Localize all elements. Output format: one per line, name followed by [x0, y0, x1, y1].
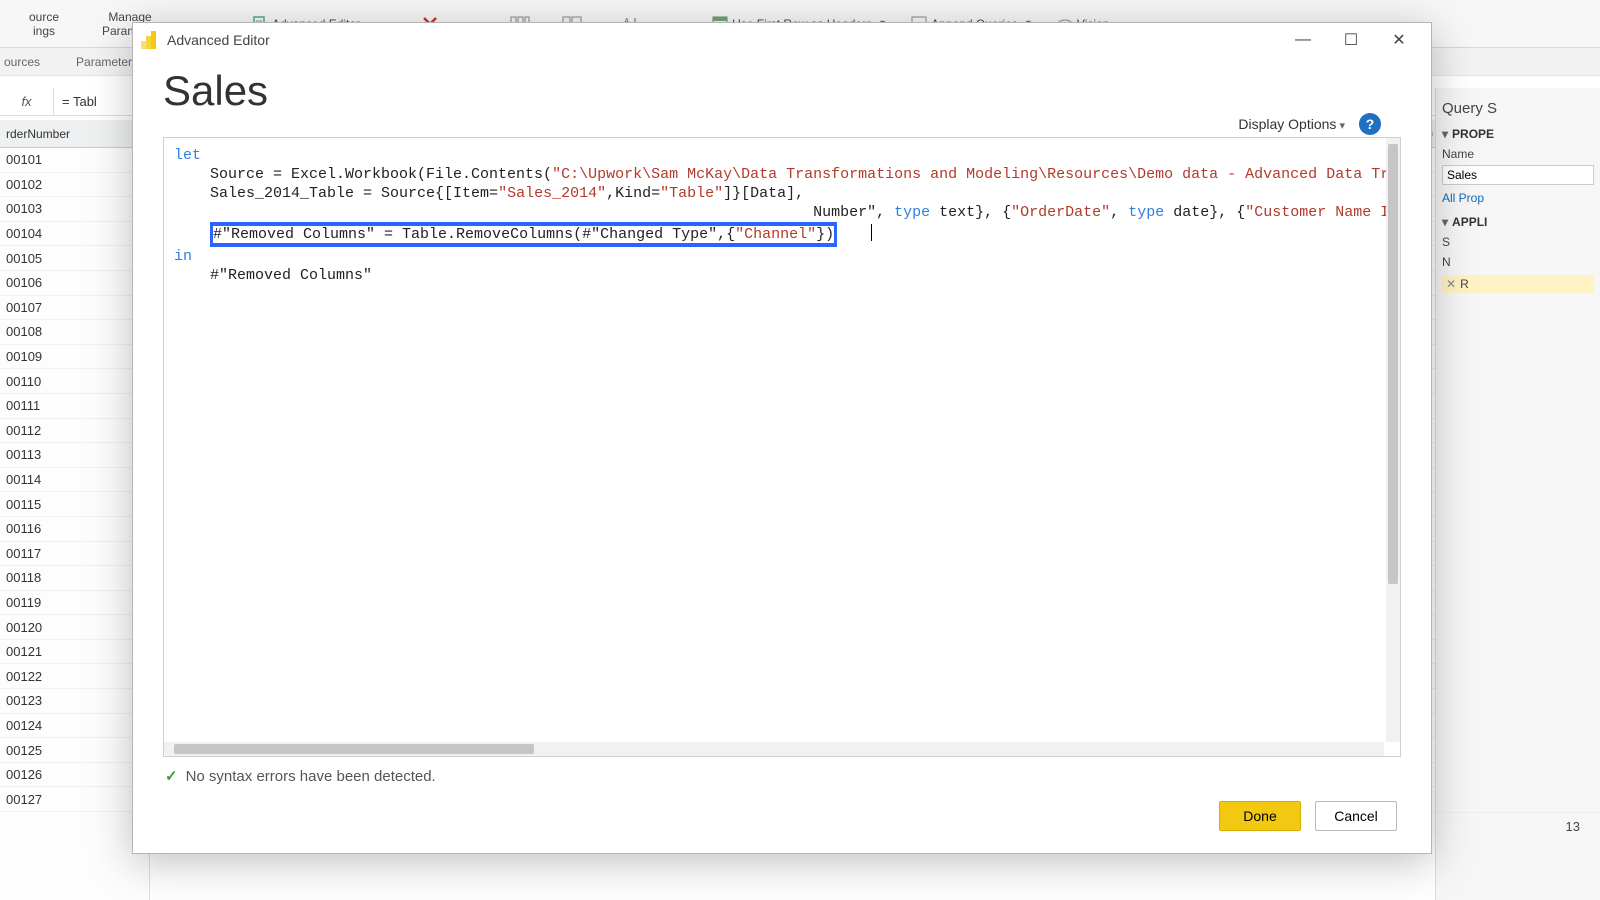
applied-step[interactable]: N [1442, 255, 1594, 269]
table-row[interactable]: 00104 [0, 222, 149, 247]
maximize-button[interactable]: ☐ [1327, 25, 1375, 55]
table-row[interactable]: 00116 [0, 517, 149, 542]
table-row[interactable]: 00106 [0, 271, 149, 296]
checkmark-icon: ✓ [165, 767, 178, 785]
advanced-editor-dialog: Advanced Editor — ☐ ✕ Sales Display Opti… [132, 22, 1432, 854]
fx-label: fx [0, 88, 54, 115]
table-row[interactable]: 00124 [0, 714, 149, 739]
editor-horizontal-scrollbar[interactable] [164, 742, 1384, 756]
table-row[interactable]: 00107 [0, 296, 149, 321]
data-grid-left: rderNumber 00101001020010300104001050010… [0, 120, 150, 900]
applied-step-selected[interactable]: ✕R [1442, 275, 1594, 293]
ribbon-source-button[interactable]: ource ings [4, 8, 84, 40]
query-settings-pane: Query S PROPE Name All Prop APPLI S N ✕R [1435, 88, 1600, 900]
help-icon[interactable]: ? [1359, 113, 1381, 135]
table-row[interactable]: 00119 [0, 591, 149, 616]
ribbon-group-label: Parameters [76, 55, 138, 69]
table-row[interactable]: 00126 [0, 763, 149, 788]
dialog-titlebar[interactable]: Advanced Editor — ☐ ✕ [133, 23, 1431, 57]
code-editor-content[interactable]: let Source = Excel.Workbook(File.Content… [164, 138, 1384, 740]
syntax-status: ✓ No syntax errors have been detected. [163, 757, 1401, 789]
table-row[interactable]: 00125 [0, 738, 149, 763]
table-row[interactable]: 00103 [0, 197, 149, 222]
highlighted-code-line: #"Removed Columns" = Table.RemoveColumns… [210, 222, 837, 247]
table-row[interactable]: 00105 [0, 246, 149, 271]
text-cursor [871, 224, 872, 241]
table-row[interactable]: 00118 [0, 566, 149, 591]
table-row[interactable]: 00117 [0, 542, 149, 567]
scroll-thumb[interactable] [1388, 144, 1398, 584]
table-row[interactable]: 00110 [0, 369, 149, 394]
table-row[interactable]: 00109 [0, 345, 149, 370]
column-header[interactable]: rderNumber [0, 120, 149, 148]
dialog-title: Advanced Editor [167, 32, 1279, 48]
power-bi-icon [141, 31, 159, 49]
table-row[interactable]: 00122 [0, 664, 149, 689]
delete-step-icon[interactable]: ✕ [1446, 277, 1456, 291]
applied-steps-section[interactable]: APPLI [1442, 215, 1594, 229]
table-row[interactable]: 00120 [0, 615, 149, 640]
name-label: Name [1442, 147, 1594, 161]
table-row[interactable]: 00108 [0, 320, 149, 345]
done-button[interactable]: Done [1219, 801, 1301, 831]
cancel-button[interactable]: Cancel [1315, 801, 1397, 831]
pane-title: Query S [1442, 100, 1594, 117]
table-row[interactable]: 00114 [0, 468, 149, 493]
all-properties-link[interactable]: All Prop [1442, 191, 1594, 205]
formula-value[interactable]: = Tabl [54, 94, 97, 109]
ribbon-label: ource [29, 10, 59, 24]
properties-section[interactable]: PROPE [1442, 127, 1594, 141]
applied-step[interactable]: S [1442, 235, 1594, 249]
query-title: Sales [163, 67, 1401, 115]
table-row[interactable]: 00123 [0, 689, 149, 714]
minimize-button[interactable]: — [1279, 25, 1327, 55]
table-row[interactable]: 00113 [0, 443, 149, 468]
editor-vertical-scrollbar[interactable] [1386, 138, 1400, 742]
scroll-thumb[interactable] [174, 744, 534, 754]
query-name-input[interactable] [1442, 165, 1594, 185]
table-row[interactable]: 00102 [0, 173, 149, 198]
ribbon-sublabel: ings [33, 24, 55, 38]
table-row[interactable]: 00121 [0, 640, 149, 665]
table-row[interactable]: 00111 [0, 394, 149, 419]
ribbon-group-label: ources [4, 55, 40, 69]
display-options-dropdown[interactable]: Display Options [1238, 116, 1345, 132]
status-text: No syntax errors have been detected. [186, 768, 436, 785]
code-editor[interactable]: let Source = Excel.Workbook(File.Content… [163, 137, 1401, 757]
table-row[interactable]: 00115 [0, 492, 149, 517]
table-row[interactable]: 00101 [0, 148, 149, 173]
close-button[interactable]: ✕ [1375, 25, 1423, 55]
table-row[interactable]: 00127 [0, 787, 149, 812]
table-row[interactable]: 00112 [0, 419, 149, 444]
